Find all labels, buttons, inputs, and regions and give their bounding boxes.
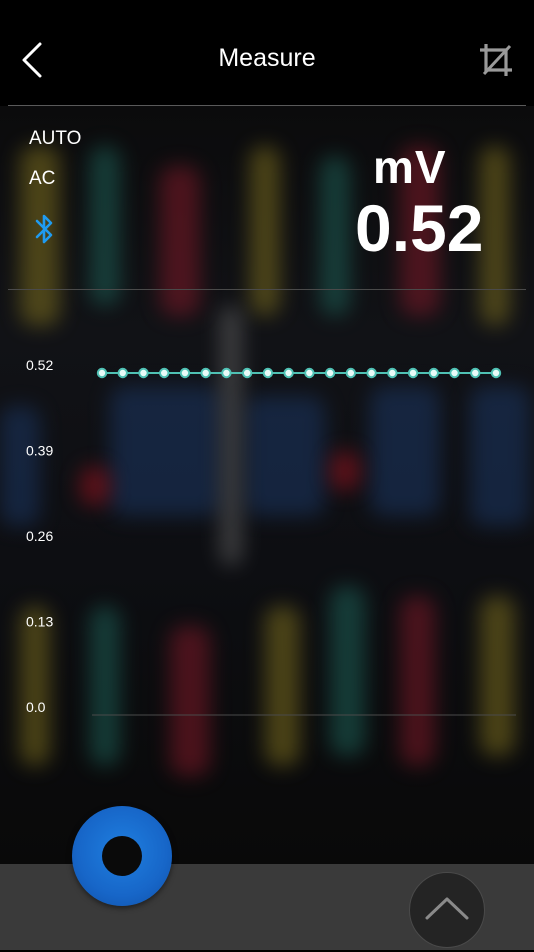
data-point [241,367,253,379]
data-point [407,367,419,379]
mode-label: AUTO [29,128,82,149]
header-divider [8,105,526,106]
data-point [200,367,211,379]
y-tick-label: 0.13 [26,614,53,630]
data-point [159,367,170,379]
record-button[interactable] [72,806,172,906]
bluetooth-icon [32,212,58,246]
reading-value: 0.52 [355,191,484,265]
data-point [304,367,315,379]
y-tick-label: 0.52 [26,357,53,373]
chevron-up-icon [425,897,469,920]
data-point [449,367,460,379]
data-point [283,367,294,379]
data-point [262,367,274,379]
data-point [138,367,149,379]
data-point [179,367,191,379]
data-point [470,367,481,379]
data-point [428,367,439,379]
data-point [221,367,232,379]
y-tick-label: 0.26 [26,528,53,544]
section-divider [8,289,526,290]
page-title: Measure [218,44,316,72]
reading-unit: mV [373,141,447,193]
data-point [324,367,336,379]
data-point [490,367,502,379]
crop-icon [480,44,512,76]
record-icon [102,836,142,876]
data-point [387,367,398,379]
coupling-label: AC [29,168,56,189]
data-point [366,367,377,379]
data-point [345,367,357,379]
expand-button[interactable] [409,872,485,948]
crop-button[interactable] [476,40,516,80]
y-tick-label: 0.39 [26,443,53,459]
data-point [96,367,108,379]
measurement-chart: 0.52 0.39 0.26 0.13 0.0 [26,357,516,716]
y-tick-label: 0.0 [26,699,46,715]
data-point [117,367,128,379]
app-header: Measure [0,0,534,106]
